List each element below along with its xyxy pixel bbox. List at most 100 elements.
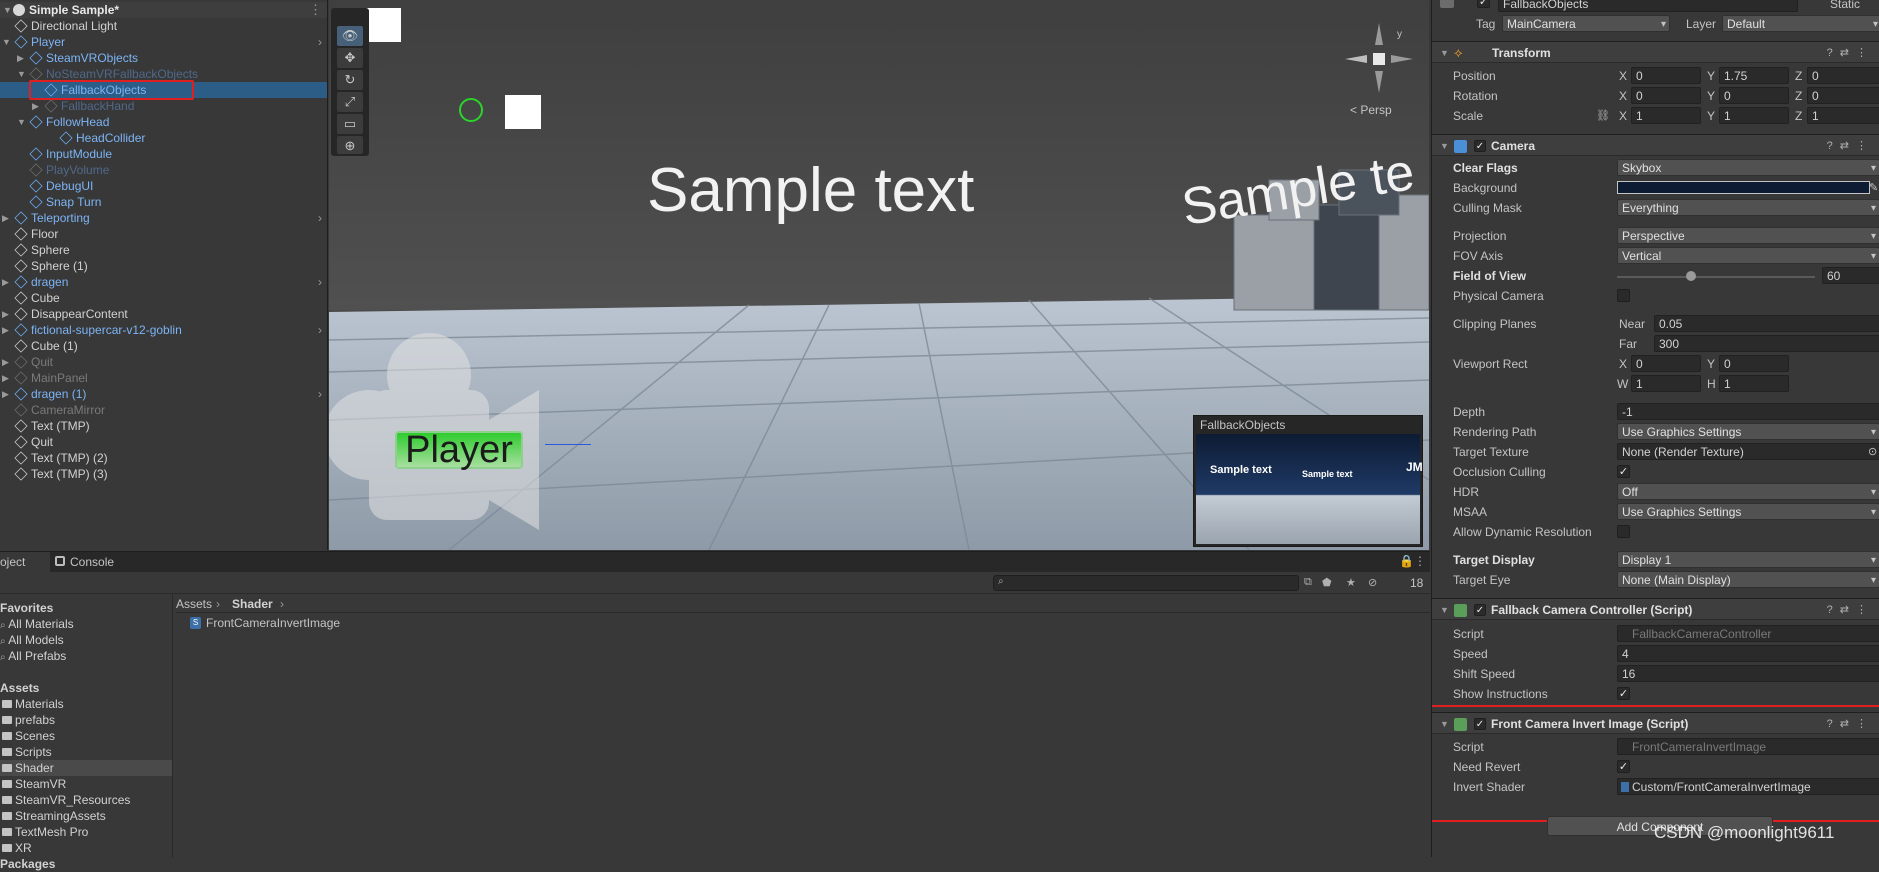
- component-buttons[interactable]: ?⇄⋮: [1827, 135, 1874, 157]
- fold-arrow-icon[interactable]: ▼: [2, 34, 11, 50]
- fold-arrow-icon[interactable]: ▼: [1440, 42, 1449, 64]
- hierarchy-item[interactable]: ▼ FollowHead: [0, 114, 327, 130]
- active-checkbox[interactable]: ✓: [1477, 0, 1490, 8]
- hierarchy-item[interactable]: ▶ SteamVRObjects: [0, 50, 327, 66]
- fold-arrow-icon[interactable]: ▼: [1440, 599, 1449, 621]
- fold-arrow-icon[interactable]: ▼: [17, 114, 26, 130]
- rendering-path-dropdown[interactable]: Use Graphics Settings: [1617, 423, 1879, 440]
- breadcrumb-shader[interactable]: Shader: [232, 595, 273, 613]
- link-icon[interactable]: ⛓: [1596, 106, 1610, 126]
- hierarchy-item[interactable]: Sphere (1): [0, 258, 327, 274]
- rect-tool-icon[interactable]: ▭: [337, 114, 363, 134]
- transform-tool-icon[interactable]: ⊕: [337, 136, 363, 154]
- chevron-right-icon[interactable]: ›: [318, 386, 322, 402]
- eyedropper-icon[interactable]: ✎: [1869, 178, 1878, 198]
- hierarchy-item[interactable]: CameraMirror: [0, 402, 327, 418]
- panel-menu-icon[interactable]: ⋮: [1414, 554, 1426, 568]
- fold-arrow-icon[interactable]: ▼: [1440, 135, 1449, 157]
- viewport-y[interactable]: 0: [1719, 355, 1789, 372]
- shift-speed-field[interactable]: 16: [1617, 665, 1879, 682]
- hdr-dropdown[interactable]: Off: [1617, 483, 1879, 500]
- favorite-item[interactable]: ⌕ All Models: [0, 632, 64, 648]
- fov-slider-track[interactable]: [1617, 276, 1815, 278]
- camera-enabled-checkbox[interactable]: ✓: [1474, 140, 1486, 152]
- msaa-dropdown[interactable]: Use Graphics Settings: [1617, 503, 1879, 520]
- object-name-field[interactable]: FallbackObjects: [1498, 0, 1798, 12]
- orientation-gizmo[interactable]: y: [1339, 15, 1419, 95]
- hierarchy-item[interactable]: Snap Turn: [0, 194, 327, 210]
- scale-y[interactable]: 1: [1719, 107, 1789, 124]
- viewport-x[interactable]: 0: [1631, 355, 1701, 372]
- hierarchy-item[interactable]: ▶ dragen ›: [0, 274, 327, 290]
- hierarchy-scene-row[interactable]: ▼ Simple Sample* ⋮: [0, 2, 327, 18]
- fold-arrow-icon[interactable]: ▶: [2, 210, 9, 226]
- hierarchy-item[interactable]: ▶ Teleporting ›: [0, 210, 327, 226]
- fov-slider-handle[interactable]: [1686, 271, 1696, 281]
- chevron-right-icon[interactable]: ›: [318, 322, 322, 338]
- favorites-title[interactable]: Favorites: [0, 600, 53, 616]
- depth-field[interactable]: -1: [1617, 403, 1879, 420]
- fold-arrow-icon[interactable]: ▶: [2, 354, 9, 370]
- physical-camera-checkbox[interactable]: [1617, 289, 1630, 302]
- occlusion-culling-checkbox[interactable]: ✓: [1617, 465, 1630, 478]
- scene-menu-icon[interactable]: ⋮: [309, 2, 322, 18]
- viewport-h[interactable]: 1: [1719, 375, 1789, 392]
- filter-label-icon[interactable]: ⬟: [1322, 576, 1332, 589]
- folder-item[interactable]: SteamVR: [0, 776, 172, 792]
- hierarchy-item[interactable]: ▶ fictional-supercar-v12-goblin ›: [0, 322, 327, 338]
- transform-header[interactable]: ▼ ⟡ Transform ?⇄⋮: [1432, 41, 1879, 63]
- rotate-tool-icon[interactable]: ↻: [337, 70, 363, 90]
- hierarchy-item[interactable]: Directional Light: [0, 18, 327, 34]
- fov-field[interactable]: 60: [1822, 267, 1879, 284]
- folder-item[interactable]: Scripts: [0, 744, 172, 760]
- component-buttons[interactable]: ?⇄⋮: [1827, 42, 1874, 64]
- projection-dropdown[interactable]: Perspective: [1617, 227, 1879, 244]
- favorite-item[interactable]: ⌕ All Prefabs: [0, 648, 66, 664]
- tag-dropdown[interactable]: MainCamera: [1502, 15, 1670, 32]
- hierarchy-item[interactable]: InputModule: [0, 146, 327, 162]
- hierarchy-item[interactable]: ▶ FallbackHand: [0, 98, 327, 114]
- chevron-right-icon[interactable]: ›: [318, 210, 322, 226]
- hierarchy-item[interactable]: Quit: [0, 434, 327, 450]
- fold-arrow-icon[interactable]: ▶: [2, 370, 9, 386]
- persp-label[interactable]: < Persp: [1350, 103, 1392, 117]
- hierarchy-item[interactable]: Text (TMP): [0, 418, 327, 434]
- fold-arrow-icon[interactable]: ▼: [17, 66, 26, 82]
- light-gizmo-icon[interactable]: [459, 98, 483, 122]
- folder-item[interactable]: Shader: [0, 760, 172, 776]
- show-instructions-checkbox[interactable]: ✓: [1617, 687, 1630, 700]
- hierarchy-item[interactable]: Cube: [0, 290, 327, 306]
- rotation-z[interactable]: 0: [1807, 87, 1879, 104]
- rotation-x[interactable]: 0: [1631, 87, 1701, 104]
- tab-project[interactable]: oject: [0, 552, 50, 572]
- folder-item[interactable]: StreamingAssets: [0, 808, 172, 824]
- object-picker-icon[interactable]: ⊙: [1868, 442, 1877, 462]
- fold-arrow-icon[interactable]: ▶: [2, 274, 9, 290]
- layer-dropdown[interactable]: Default: [1722, 15, 1879, 32]
- scene-view[interactable]: Sample text Sample te 👁 ✥ ↻ ⤢ ▭ ⊕ y < Pe…: [329, 0, 1429, 550]
- chevron-right-icon[interactable]: ›: [318, 34, 322, 50]
- fallback-header[interactable]: ▼ ✓ Fallback Camera Controller (Script) …: [1432, 598, 1879, 620]
- camera-preview[interactable]: FallbackObjects Sample text Sample text …: [1193, 415, 1423, 547]
- target-texture-field[interactable]: None (Render Texture): [1617, 443, 1879, 460]
- hierarchy-item[interactable]: ▶ dragen (1) ›: [0, 386, 327, 402]
- hierarchy-item[interactable]: Text (TMP) (3): [0, 466, 327, 482]
- position-z[interactable]: 0: [1807, 67, 1879, 84]
- folder-item[interactable]: XR: [0, 840, 172, 856]
- dynamic-resolution-checkbox[interactable]: [1617, 525, 1630, 538]
- fold-arrow-icon[interactable]: ▼: [3, 2, 12, 18]
- scale-x[interactable]: 1: [1631, 107, 1701, 124]
- clear-flags-dropdown[interactable]: Skybox: [1617, 159, 1879, 176]
- favorite-item[interactable]: ⌕ All Materials: [0, 616, 74, 632]
- hierarchy-item[interactable]: ▶ DisappearContent: [0, 306, 327, 322]
- tab-console[interactable]: Console: [52, 552, 122, 572]
- component-buttons[interactable]: ?⇄⋮: [1827, 599, 1874, 621]
- view-tool-icon[interactable]: 👁: [337, 26, 363, 46]
- star-icon[interactable]: ★: [1346, 576, 1356, 589]
- target-display-dropdown[interactable]: Display 1: [1617, 551, 1879, 568]
- hierarchy-item[interactable]: Text (TMP) (2): [0, 450, 327, 466]
- fold-arrow-icon[interactable]: ▶: [2, 322, 9, 338]
- hierarchy-item[interactable]: ▶ Quit: [0, 354, 327, 370]
- hierarchy-item[interactable]: PlayVolume: [0, 162, 327, 178]
- hierarchy-item[interactable]: ▶ MainPanel: [0, 370, 327, 386]
